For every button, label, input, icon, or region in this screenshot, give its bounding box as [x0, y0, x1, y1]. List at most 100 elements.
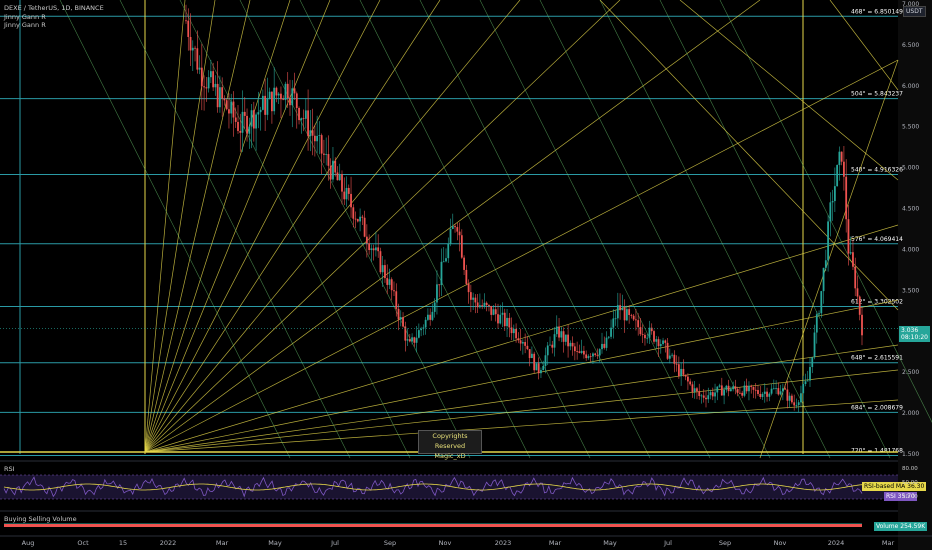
gann-level-label: 648° = 2.615591: [851, 355, 903, 362]
candle-body: [770, 388, 773, 394]
rsi-pane-title: RSI: [4, 465, 15, 473]
indicator-label-2: Jinny Gann R: [4, 21, 46, 29]
candle-body: [501, 312, 504, 315]
candle-body: [298, 107, 300, 121]
candle-body: [861, 314, 863, 336]
candle-body: [191, 47, 194, 51]
candle-body: [399, 317, 402, 320]
candle-body: [440, 261, 443, 286]
candle-body: [431, 311, 434, 320]
candle-body: [659, 344, 662, 347]
candle-body: [420, 328, 423, 331]
candle-body: [804, 381, 807, 384]
candle-body: [752, 386, 755, 390]
candle-body: [537, 363, 540, 374]
candle-body: [474, 297, 477, 303]
time-axis-tick: Jul: [330, 539, 339, 547]
gann-diagonal-line: [59, 0, 291, 459]
candle-body: [791, 395, 793, 403]
price-axis-tick: 1.500: [902, 451, 919, 458]
candle-body: [709, 392, 712, 396]
candle-body: [386, 278, 389, 285]
time-axis-tick: 2023: [495, 539, 512, 547]
candle-body: [605, 337, 608, 348]
candle-body: [653, 331, 655, 342]
candle-body: [786, 389, 789, 401]
candle-body: [494, 309, 497, 315]
candle-body: [490, 305, 493, 315]
candle-body: [293, 88, 296, 94]
time-axis-tick: May: [268, 539, 282, 547]
candle-body: [743, 385, 746, 396]
candle-body: [612, 318, 615, 328]
candle-body: [205, 87, 208, 89]
gann-level-label: 504° = 5.843237: [851, 91, 903, 98]
candle-body: [610, 327, 612, 337]
candle-body: [228, 109, 230, 114]
candle-body: [542, 365, 545, 371]
candle-body: [815, 314, 818, 333]
candle-body: [664, 340, 667, 343]
candle-body: [465, 269, 468, 284]
candle-body: [843, 161, 845, 177]
candle-body: [766, 391, 768, 397]
candle-body: [623, 307, 626, 321]
time-axis-tick: Mar: [549, 539, 562, 547]
candle-body: [845, 176, 848, 220]
price-badge-value: 3.036: [901, 327, 919, 334]
candle-body: [433, 302, 436, 312]
candle-body: [325, 154, 328, 155]
volume-sell-bar: [4, 524, 862, 527]
candle-body: [646, 337, 649, 339]
candle-body: [526, 345, 529, 350]
candle-body: [748, 385, 750, 392]
price-badge: 3.036 08:10:20: [899, 326, 930, 342]
candle-body: [417, 330, 420, 338]
candle-body: [528, 349, 531, 359]
candle-body: [854, 266, 857, 289]
candle-body: [370, 248, 373, 251]
candle-body: [488, 305, 490, 306]
candle-body: [524, 342, 527, 346]
candle-body: [246, 115, 248, 134]
candle-body: [668, 355, 671, 359]
candle-body: [454, 226, 456, 228]
time-axis-tick: 2022: [160, 539, 177, 547]
gann-diagonal-line: [759, 59, 899, 459]
candle-body: [797, 402, 800, 406]
candle-body: [266, 98, 269, 115]
candle-body: [637, 320, 640, 328]
time-axis-tick: Mar: [882, 539, 895, 547]
candle-body: [237, 121, 239, 131]
candle-body: [209, 71, 212, 78]
candle-body: [585, 354, 588, 359]
candle-body: [836, 165, 839, 187]
candle-body: [282, 99, 285, 101]
time-axis-tick: Mar: [216, 539, 229, 547]
gann-fan-line: [144, 0, 621, 453]
candle-body: [562, 331, 565, 342]
candle-body: [449, 228, 452, 244]
candle-body: [309, 130, 312, 137]
candle-body: [196, 48, 199, 70]
candle-body: [580, 350, 583, 353]
candle-body: [318, 135, 321, 136]
candle-body: [397, 308, 400, 320]
watermark-box: Copyrights Reserved Magic_xD: [418, 430, 482, 460]
candle-body: [476, 302, 479, 308]
volume-badge: Volume 254.59K: [874, 522, 928, 531]
candle-body: [284, 83, 287, 101]
candle-body: [313, 135, 316, 142]
candle-body: [232, 101, 235, 118]
candle-body: [257, 112, 260, 115]
candle-body: [445, 258, 447, 262]
currency-button[interactable]: USDT: [903, 6, 926, 17]
candle-body: [818, 313, 820, 315]
candle-body: [729, 389, 732, 392]
candle-body: [512, 328, 515, 334]
candle-body: [567, 334, 569, 347]
candle-body: [560, 331, 563, 338]
price-axis-tick: 4.000: [902, 246, 919, 253]
candle-body: [275, 87, 278, 96]
gann-diagonal-line: [479, 0, 711, 459]
